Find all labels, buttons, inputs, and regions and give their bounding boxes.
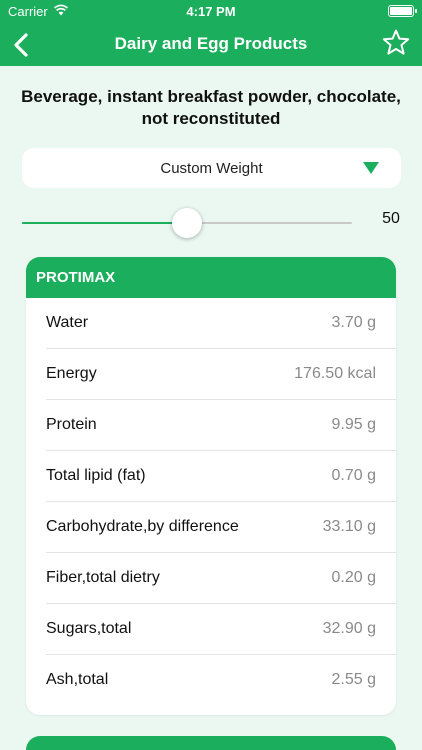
nutrient-value: 3.70 g xyxy=(331,314,376,331)
nutrient-card: PROTIMAX Water 3.70 g Energy 176.50 kcal… xyxy=(26,257,396,715)
slider-thumb[interactable] xyxy=(172,208,202,238)
nutrient-row: Fiber,total dietry 0.20 g xyxy=(46,553,396,604)
nutrient-value: 176.50 kcal xyxy=(294,365,376,382)
slider-value: 50 xyxy=(382,210,400,227)
battery-icon xyxy=(388,5,417,17)
next-section-card-header xyxy=(26,736,396,750)
section-title: PROTIMAX xyxy=(26,257,396,298)
status-bar: Carrier 4:17 PM xyxy=(0,0,422,24)
food-name: Beverage, instant breakfast powder, choc… xyxy=(21,87,401,128)
nutrient-row: Carbohydrate,by difference 33.10 g xyxy=(46,502,396,553)
back-chevron-icon[interactable] xyxy=(8,30,36,60)
top-bar: Carrier 4:17 PM Dairy and Egg Products xyxy=(0,0,422,66)
weight-dropdown[interactable]: Custom Weight xyxy=(22,148,401,188)
nutrient-row: Total lipid (fat) 0.70 g xyxy=(46,451,396,502)
nutrient-name: Protein xyxy=(46,416,97,433)
nutrient-name: Water xyxy=(46,314,89,331)
nutrient-row: Energy 176.50 kcal xyxy=(46,349,396,400)
nutrient-name: Total lipid (fat) xyxy=(46,467,146,484)
weight-slider[interactable] xyxy=(22,206,352,240)
favorite-star-icon[interactable] xyxy=(380,27,412,59)
nutrient-value: 2.55 g xyxy=(331,671,376,688)
nutrient-row: Protein 9.95 g xyxy=(46,400,396,451)
page-title: Dairy and Egg Products xyxy=(114,34,308,53)
nutrient-value: 0.20 g xyxy=(331,569,376,586)
dropdown-triangle-icon xyxy=(363,162,379,174)
slider-fill xyxy=(22,222,187,224)
nutrient-name: Energy xyxy=(46,365,97,382)
nutrient-row: Ash,total 2.55 g xyxy=(46,655,396,706)
nutrient-list: Water 3.70 g Energy 176.50 kcal Protein … xyxy=(26,298,396,706)
weight-dropdown-label: Custom Weight xyxy=(160,160,263,177)
nutrient-value: 9.95 g xyxy=(331,416,376,433)
clock: 4:17 PM xyxy=(186,4,236,19)
nutrient-row: Water 3.70 g xyxy=(46,298,396,349)
nutrient-value: 0.70 g xyxy=(331,467,376,484)
nutrient-name: Fiber,total dietry xyxy=(46,569,160,586)
nutrient-row: Sugars,total 32.90 g xyxy=(46,604,396,655)
nutrient-name: Carbohydrate,by difference xyxy=(46,518,239,535)
nutrient-name: Ash,total xyxy=(46,671,109,688)
nutrient-name: Sugars,total xyxy=(46,620,132,637)
nutrient-value: 32.90 g xyxy=(322,620,376,637)
nutrient-value: 33.10 g xyxy=(322,518,376,535)
nav-bar: Dairy and Egg Products xyxy=(0,24,422,66)
